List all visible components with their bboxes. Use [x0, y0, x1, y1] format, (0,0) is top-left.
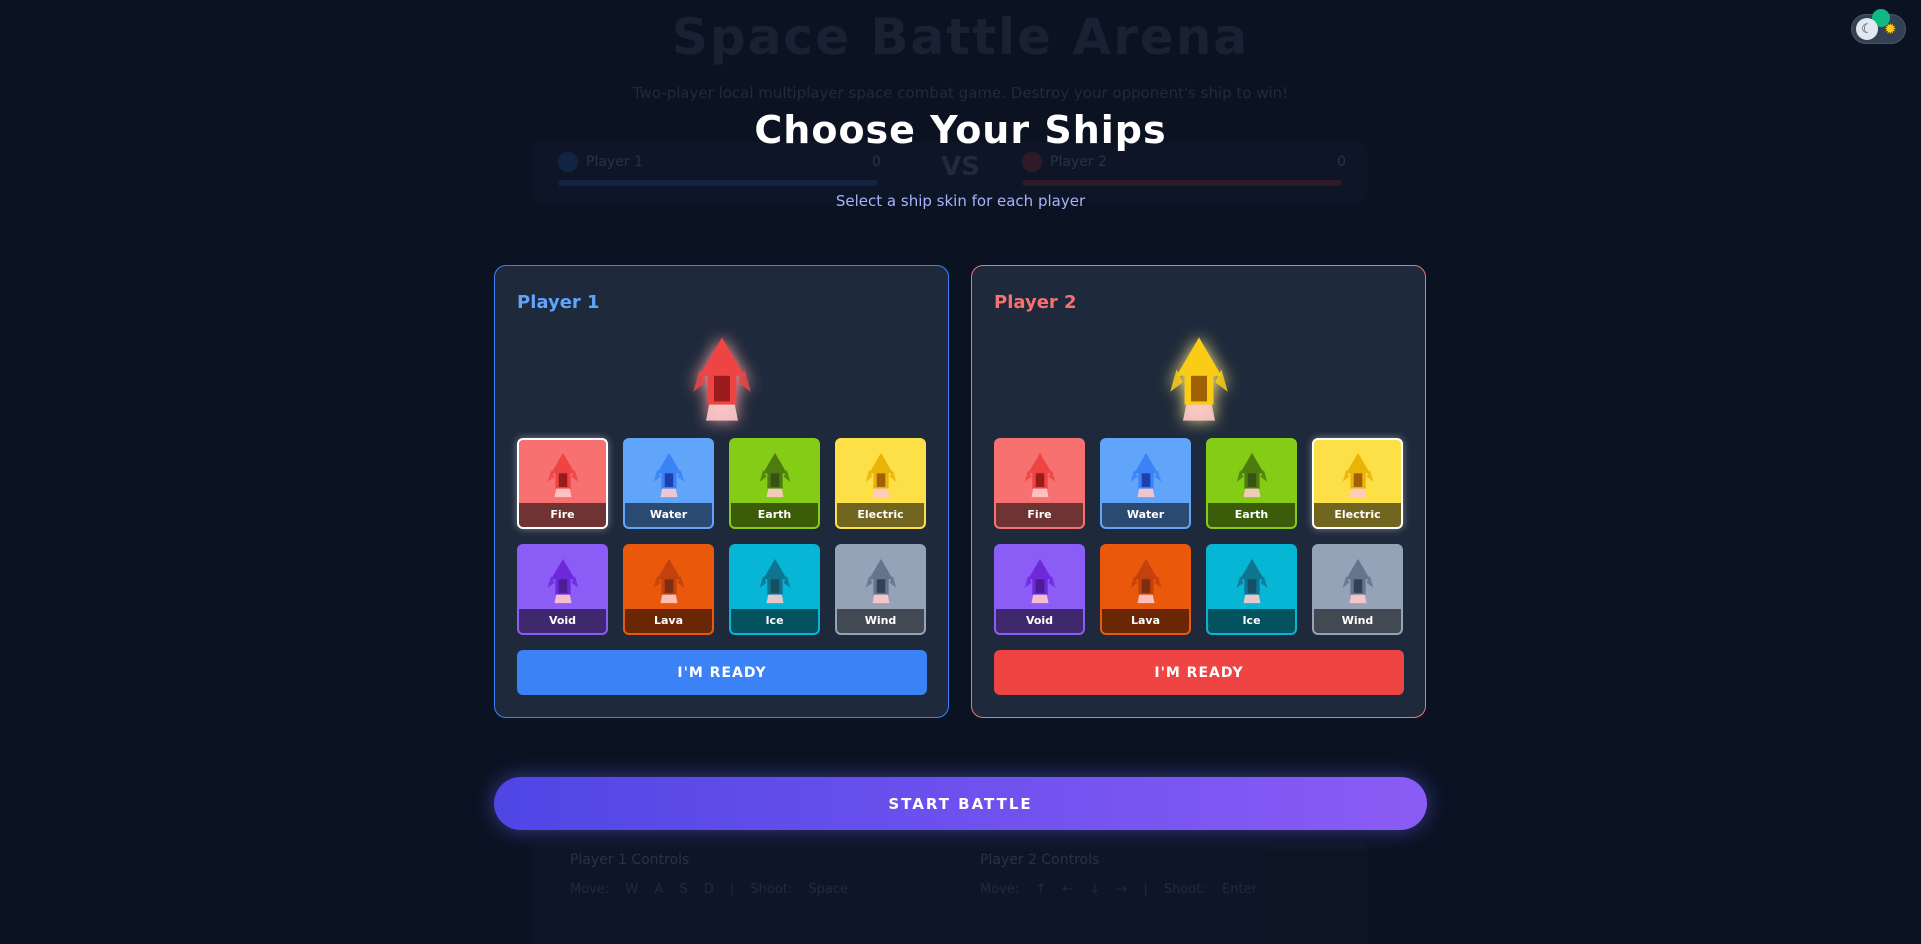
skin-option-ice[interactable]: Ice	[1206, 544, 1297, 635]
player2-ship-preview	[1167, 334, 1231, 424]
player2-controls-title: Player 2 Controls	[980, 852, 1100, 868]
player1-avatar	[558, 152, 578, 172]
skin-label: Fire	[996, 503, 1083, 527]
skin-label: Ice	[731, 609, 818, 633]
skin-option-ice[interactable]: Ice	[729, 544, 820, 635]
player2-skin-grid: Fire Water Earth Electric Void Lava Ice Wind	[994, 438, 1404, 635]
skin-option-fire[interactable]: Fire	[994, 438, 1085, 529]
skin-option-water[interactable]: Water	[1100, 438, 1191, 529]
skin-label: Lava	[1102, 609, 1189, 633]
player2-panel: Player 2 Fire Water Earth Electric Void Lava I…	[971, 265, 1426, 718]
skin-label: Electric	[1314, 503, 1401, 527]
skin-label: Wind	[1314, 609, 1401, 633]
skin-label: Lava	[625, 609, 712, 633]
game-title: Space Battle Arena	[671, 8, 1250, 66]
player1-health-bar	[558, 180, 878, 186]
player2-ready-button[interactable]: I'M READY	[994, 650, 1404, 695]
skin-label: Earth	[1208, 503, 1295, 527]
skin-option-void[interactable]: Void	[994, 544, 1085, 635]
sun-icon: ✹	[1884, 20, 1897, 38]
theme-toggle[interactable]: ☾ ✹	[1851, 9, 1906, 44]
skin-option-electric[interactable]: Electric	[835, 438, 926, 529]
skin-option-earth[interactable]: Earth	[1206, 438, 1297, 529]
player2-avatar	[1022, 152, 1042, 172]
player1-controls-title: Player 1 Controls	[570, 852, 690, 868]
player2-health-bar	[1022, 180, 1342, 186]
player1-ship-preview	[690, 334, 754, 424]
skin-label: Water	[625, 503, 712, 527]
player1-controls-keys: Move: W A S D | Shoot: Space	[570, 882, 849, 897]
skin-option-electric[interactable]: Electric	[1312, 438, 1403, 529]
player1-panel: Player 1 Fire Water Earth Electric Void Lava I…	[494, 265, 949, 718]
skin-option-earth[interactable]: Earth	[729, 438, 820, 529]
player1-skin-grid: Fire Water Earth Electric Void Lava Ice Wind	[517, 438, 927, 635]
modal-title: Choose Your Ships	[754, 108, 1167, 152]
skin-option-void[interactable]: Void	[517, 544, 608, 635]
scoreboard-player2-score: 0	[1337, 154, 1346, 170]
moon-icon: ☾	[1856, 18, 1878, 40]
skin-label: Water	[1102, 503, 1189, 527]
skin-label: Electric	[837, 503, 924, 527]
skin-label: Wind	[837, 609, 924, 633]
skin-label: Void	[519, 609, 606, 633]
player2-controls-keys: Move: ↑ ← ↓ → | Shoot: Enter	[980, 882, 1257, 897]
skin-label: Earth	[731, 503, 818, 527]
skin-option-wind[interactable]: Wind	[835, 544, 926, 635]
skin-option-wind[interactable]: Wind	[1312, 544, 1403, 635]
controls-panel: Player 1 Controls Move: W A S D | Shoot:…	[532, 842, 1368, 944]
player1-ready-button[interactable]: I'M READY	[517, 650, 927, 695]
start-battle-button[interactable]: START BATTLE	[494, 777, 1427, 830]
skin-label: Void	[996, 609, 1083, 633]
game-subtitle: Two-player local multiplayer space comba…	[632, 84, 1289, 102]
skin-option-fire[interactable]: Fire	[517, 438, 608, 529]
modal-subtitle: Select a ship skin for each player	[835, 192, 1086, 210]
player1-title: Player 1	[517, 292, 600, 313]
scoreboard-player1-score: 0	[872, 154, 881, 170]
skin-option-water[interactable]: Water	[623, 438, 714, 529]
scoreboard-player2-name: Player 2	[1050, 154, 1107, 170]
vs-label: VS	[941, 152, 980, 182]
scoreboard-player1-name: Player 1	[586, 154, 643, 170]
player2-title: Player 2	[994, 292, 1077, 313]
skin-label: Fire	[519, 503, 606, 527]
skin-option-lava[interactable]: Lava	[623, 544, 714, 635]
skin-option-lava[interactable]: Lava	[1100, 544, 1191, 635]
skin-label: Ice	[1208, 609, 1295, 633]
